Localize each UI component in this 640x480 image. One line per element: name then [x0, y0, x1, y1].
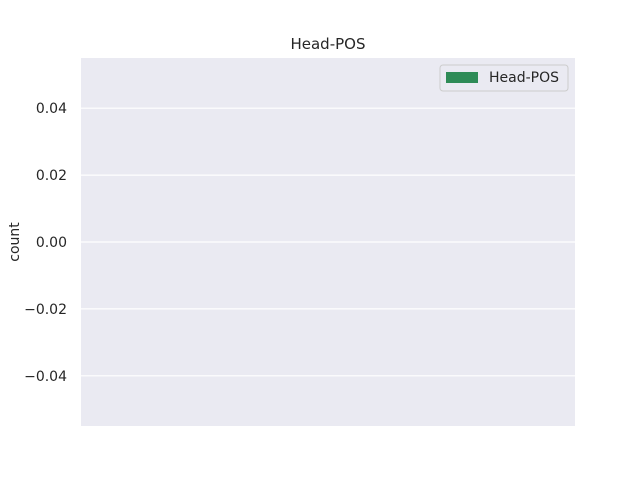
legend: Head-POS	[439, 64, 569, 92]
y-tick-label: −0.02	[24, 302, 67, 318]
legend-label: Head-POS	[489, 70, 559, 86]
y-tick-label: 0.02	[36, 168, 67, 184]
y-axis-label: count	[7, 222, 23, 262]
y-tick-label: 0.00	[36, 235, 67, 251]
y-tick-label: −0.04	[24, 369, 67, 385]
chart-title: Head-POS	[290, 35, 365, 53]
y-tick-label: 0.04	[36, 101, 67, 117]
y-axis-ticks: 0.04 0.02 0.00 −0.02 −0.04	[24, 101, 67, 385]
chart: 0.04 0.02 0.00 −0.02 −0.04 Head-POS count He…	[7, 35, 575, 426]
legend-swatch	[446, 72, 478, 83]
